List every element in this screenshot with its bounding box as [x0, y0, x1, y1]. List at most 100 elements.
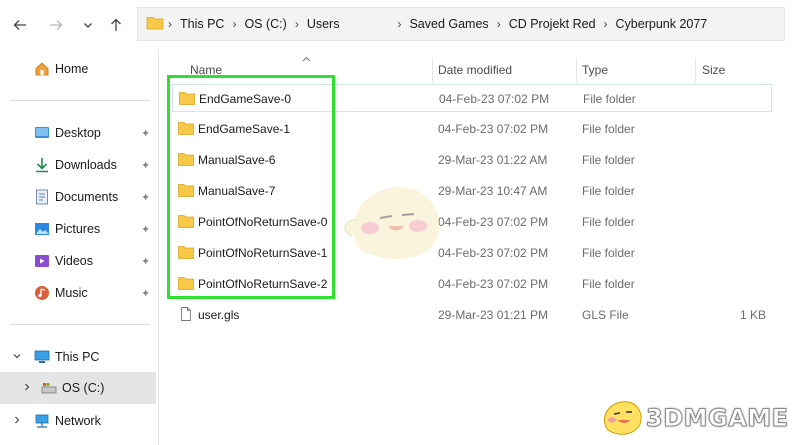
file-type: File folder: [583, 92, 636, 106]
sidebar-item-home[interactable]: Home: [0, 54, 156, 84]
file-date: 29-Mar-23 10:47 AM: [438, 184, 548, 198]
arrow-up-icon: [111, 18, 121, 31]
address-bar[interactable]: › This PC › OS (C:) › Users › Saved Game…: [137, 7, 785, 41]
column-size[interactable]: Size: [702, 63, 725, 77]
column-type[interactable]: Type: [582, 63, 608, 77]
table-row[interactable]: EndGameSave-0 04-Feb-23 07:02 PM File fo…: [172, 84, 772, 112]
file-name[interactable]: PointOfNoReturnSave-2: [198, 277, 327, 291]
breadcrumb-this-pc[interactable]: This PC: [174, 17, 230, 31]
chevron-right-icon[interactable]: ›: [602, 17, 610, 31]
table-row[interactable]: ManualSave-7 29-Mar-23 10:47 AM File fol…: [172, 177, 772, 205]
sidebar-item-label: Home: [55, 62, 89, 76]
chevron-right-icon[interactable]: ›: [293, 17, 301, 31]
file-date: 04-Feb-23 07:02 PM: [438, 122, 549, 136]
forward-button[interactable]: [46, 14, 66, 36]
column-divider[interactable]: [432, 58, 433, 82]
file-name[interactable]: ManualSave-7: [198, 184, 275, 198]
file-name[interactable]: PointOfNoReturnSave-0: [198, 215, 327, 229]
file-name[interactable]: ManualSave-6: [198, 153, 275, 167]
file-date: 29-Mar-23 01:21 PM: [438, 308, 549, 322]
sidebar-item-label: Music: [55, 286, 88, 300]
sidebar-item-label: This PC: [55, 350, 100, 364]
sidebar-item-this-pc[interactable]: This PC: [0, 342, 156, 372]
divider: [10, 100, 150, 101]
sidebar-item-network[interactable]: Network: [0, 406, 156, 436]
folder-icon: [178, 277, 194, 290]
file-date: 04-Feb-23 07:02 PM: [438, 246, 549, 260]
table-row[interactable]: PointOfNoReturnSave-0 04-Feb-23 07:02 PM…: [172, 208, 772, 236]
table-row[interactable]: user.gls 29-Mar-23 01:21 PM GLS File 1 K…: [172, 301, 772, 329]
up-button[interactable]: [106, 14, 126, 36]
file-type: GLS File: [582, 308, 629, 322]
chevron-right-icon[interactable]: ›: [395, 17, 403, 31]
mascot-watermark: [344, 187, 440, 260]
chevron-right-icon[interactable]: ›: [495, 17, 503, 31]
folder-icon: [146, 15, 164, 33]
pin-icon[interactable]: ✦: [141, 191, 150, 204]
sidebar-item-label: Network: [55, 414, 101, 428]
sidebar-item-os-drive[interactable]: OS (C:): [0, 372, 156, 404]
file-name[interactable]: user.gls: [198, 308, 239, 322]
table-row[interactable]: EndGameSave-1 04-Feb-23 07:02 PM File fo…: [172, 115, 772, 143]
pictures-icon: [33, 220, 51, 238]
file-date: 04-Feb-23 07:02 PM: [438, 215, 549, 229]
chevron-right-icon[interactable]: [12, 415, 22, 428]
chevron-right-icon[interactable]: ›: [230, 17, 238, 31]
sidebar-item-label: Documents: [55, 190, 119, 204]
file-date: 04-Feb-23 07:02 PM: [438, 277, 549, 291]
sort-ascending-icon: [302, 54, 311, 64]
sidebar-item-pictures[interactable]: Pictures ✦: [0, 214, 156, 244]
chevron-right-icon[interactable]: [22, 382, 32, 395]
column-divider[interactable]: [576, 58, 577, 82]
sidebar-item-downloads[interactable]: Downloads ✦: [0, 150, 156, 180]
pin-icon[interactable]: ✦: [141, 255, 150, 268]
chevron-down-icon[interactable]: [12, 351, 22, 364]
pin-icon[interactable]: ✦: [141, 223, 150, 236]
watermark: 3DMGAME: [600, 396, 789, 440]
pin-icon[interactable]: ✦: [141, 287, 150, 300]
sidebar-item-label: Pictures: [55, 222, 101, 236]
sidebar-item-videos[interactable]: Videos ✦: [0, 246, 156, 276]
chevron-down-icon: [84, 23, 92, 28]
download-icon: [33, 156, 51, 174]
file-size: 1 KB: [739, 308, 766, 322]
breadcrumb-os-c[interactable]: OS (C:): [238, 17, 292, 31]
sidebar-item-label: Desktop: [55, 126, 101, 140]
column-divider[interactable]: [695, 58, 696, 82]
network-icon: [33, 412, 51, 430]
back-button[interactable]: [10, 14, 30, 36]
sidebar-item-music[interactable]: Music ✦: [0, 278, 156, 308]
column-date-modified[interactable]: Date modified: [438, 63, 512, 77]
sidebar-item-desktop[interactable]: Desktop ✦: [0, 118, 156, 148]
file-name[interactable]: PointOfNoReturnSave-1: [198, 246, 327, 260]
file-name[interactable]: EndGameSave-0: [199, 92, 291, 106]
pin-icon[interactable]: ✦: [141, 127, 150, 140]
file-name[interactable]: EndGameSave-1: [198, 122, 290, 136]
watermark-text: 3DMGAME: [646, 404, 789, 433]
drive-icon: [40, 379, 58, 397]
file-type: File folder: [582, 215, 635, 229]
table-row[interactable]: PointOfNoReturnSave-2 04-Feb-23 07:02 PM…: [172, 270, 772, 298]
file-date: 29-Mar-23 01:22 AM: [438, 153, 548, 167]
table-row[interactable]: PointOfNoReturnSave-1 04-Feb-23 07:02 PM…: [172, 239, 772, 267]
file-list: Name Date modified Type Size EndGameSave…: [158, 50, 792, 445]
breadcrumb-users[interactable]: Users: [301, 17, 346, 31]
sidebar-item-documents[interactable]: Documents ✦: [0, 182, 156, 212]
arrow-right-icon: [50, 20, 63, 30]
chevron-right-icon[interactable]: ›: [166, 17, 174, 31]
breadcrumb-cd-projekt-red[interactable]: CD Projekt Red: [503, 17, 602, 31]
breadcrumb-saved-games[interactable]: Saved Games: [403, 17, 494, 31]
file-type: File folder: [582, 153, 635, 167]
home-icon: [33, 60, 51, 78]
table-row[interactable]: ManualSave-6 29-Mar-23 01:22 AM File fol…: [172, 146, 772, 174]
recent-locations-button[interactable]: [78, 14, 98, 36]
column-header: Name Date modified Type Size: [158, 56, 792, 84]
breadcrumb-cyberpunk-2077[interactable]: Cyberpunk 2077: [610, 17, 714, 31]
pin-icon[interactable]: ✦: [141, 159, 150, 172]
folder-icon: [178, 122, 194, 135]
folder-icon: [178, 153, 194, 166]
file-type: File folder: [582, 184, 635, 198]
sidebar-item-label: Downloads: [55, 158, 117, 172]
navigation-pane: Home Desktop ✦ Downloads ✦ Documents ✦ P…: [0, 50, 159, 445]
column-name[interactable]: Name: [190, 63, 222, 77]
